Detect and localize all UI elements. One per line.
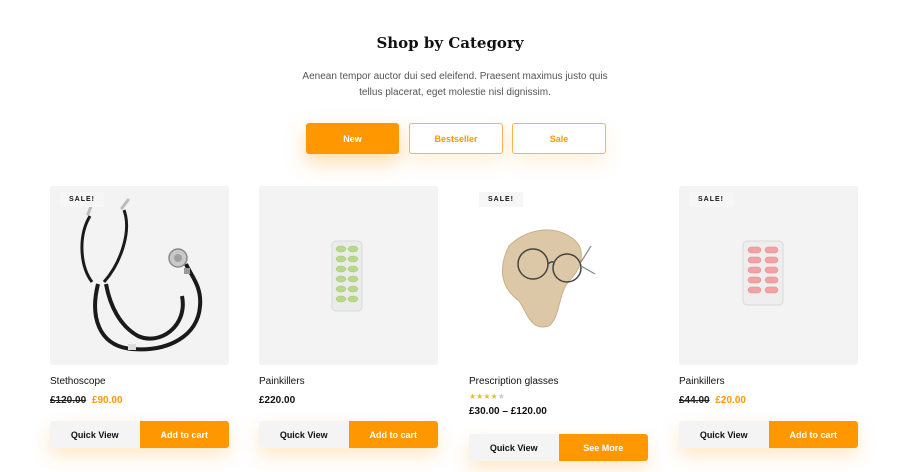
section-subtitle: Aenean tempor auctor dui sed eleifend. P…: [302, 71, 608, 98]
quick-view-button[interactable]: Quick View: [469, 434, 559, 461]
product-image[interactable]: [259, 186, 438, 365]
sale-badge: SALE!: [60, 192, 104, 207]
star-empty-icon: ★: [497, 392, 505, 401]
product-price: £120.00 £90.00: [50, 395, 123, 406]
product-card: Painkillers £220.00 Quick View Add to ca…: [259, 186, 438, 448]
see-more-button[interactable]: See More: [558, 434, 648, 461]
tab-sale[interactable]: Sale: [512, 123, 606, 154]
section-heading: Shop by Category: [376, 34, 524, 52]
product-actions: Quick View Add to cart: [50, 421, 229, 448]
glasses-icon: [501, 229, 596, 328]
sale-badge: SALE!: [479, 192, 523, 207]
pill-blister-icon: [331, 240, 363, 312]
product-actions: Quick View See More: [469, 434, 648, 461]
product-card: SALE! Prescription glasses ★★★★★ £30.00 …: [469, 186, 648, 461]
product-price-range: £30.00 – £120.00: [469, 406, 547, 417]
capsule-blister-icon: [742, 240, 784, 306]
product-price: £44.00 £20.00: [679, 395, 746, 406]
product-actions: Quick View Add to cart: [259, 421, 438, 448]
quick-view-button[interactable]: Quick View: [50, 421, 140, 448]
product-image[interactable]: SALE!: [469, 186, 648, 365]
stethoscope-icon: [80, 198, 203, 352]
star-rating: ★★★★★: [469, 392, 505, 401]
category-tabs: New Bestseller Sale: [0, 123, 900, 155]
product-card: SALE! Painkillers £44.00 £20.00 Quick Vi…: [679, 186, 858, 448]
sale-badge: SALE!: [689, 192, 733, 207]
product-title[interactable]: Painkillers: [679, 376, 725, 387]
regular-price: £220.00: [259, 395, 296, 406]
quick-view-button[interactable]: Quick View: [259, 421, 349, 448]
product-title[interactable]: Painkillers: [259, 376, 305, 387]
product-card: SALE! Stethoscope £120.00 £90.00 Quick V…: [50, 186, 229, 448]
product-image[interactable]: SALE!: [50, 186, 229, 365]
sale-price: £90.00: [91, 395, 123, 406]
old-price: £44.00: [679, 395, 710, 406]
star-half-icon: ★: [490, 392, 498, 401]
product-actions: Quick View Add to cart: [679, 421, 858, 448]
product-image[interactable]: SALE!: [679, 186, 858, 365]
add-to-cart-button[interactable]: Add to cart: [139, 421, 229, 448]
tab-bestseller[interactable]: Bestseller: [409, 123, 503, 154]
tab-new[interactable]: New: [306, 123, 399, 154]
product-title[interactable]: Stethoscope: [50, 376, 106, 387]
star-icon: ★: [483, 392, 491, 401]
product-title[interactable]: Prescription glasses: [469, 376, 558, 387]
sale-price: £20.00: [715, 395, 746, 406]
product-price: £220.00: [259, 395, 295, 406]
add-to-cart-button[interactable]: Add to cart: [348, 421, 438, 448]
add-to-cart-button[interactable]: Add to cart: [768, 421, 858, 448]
old-price: £120.00: [50, 395, 87, 406]
quick-view-button[interactable]: Quick View: [679, 421, 769, 448]
